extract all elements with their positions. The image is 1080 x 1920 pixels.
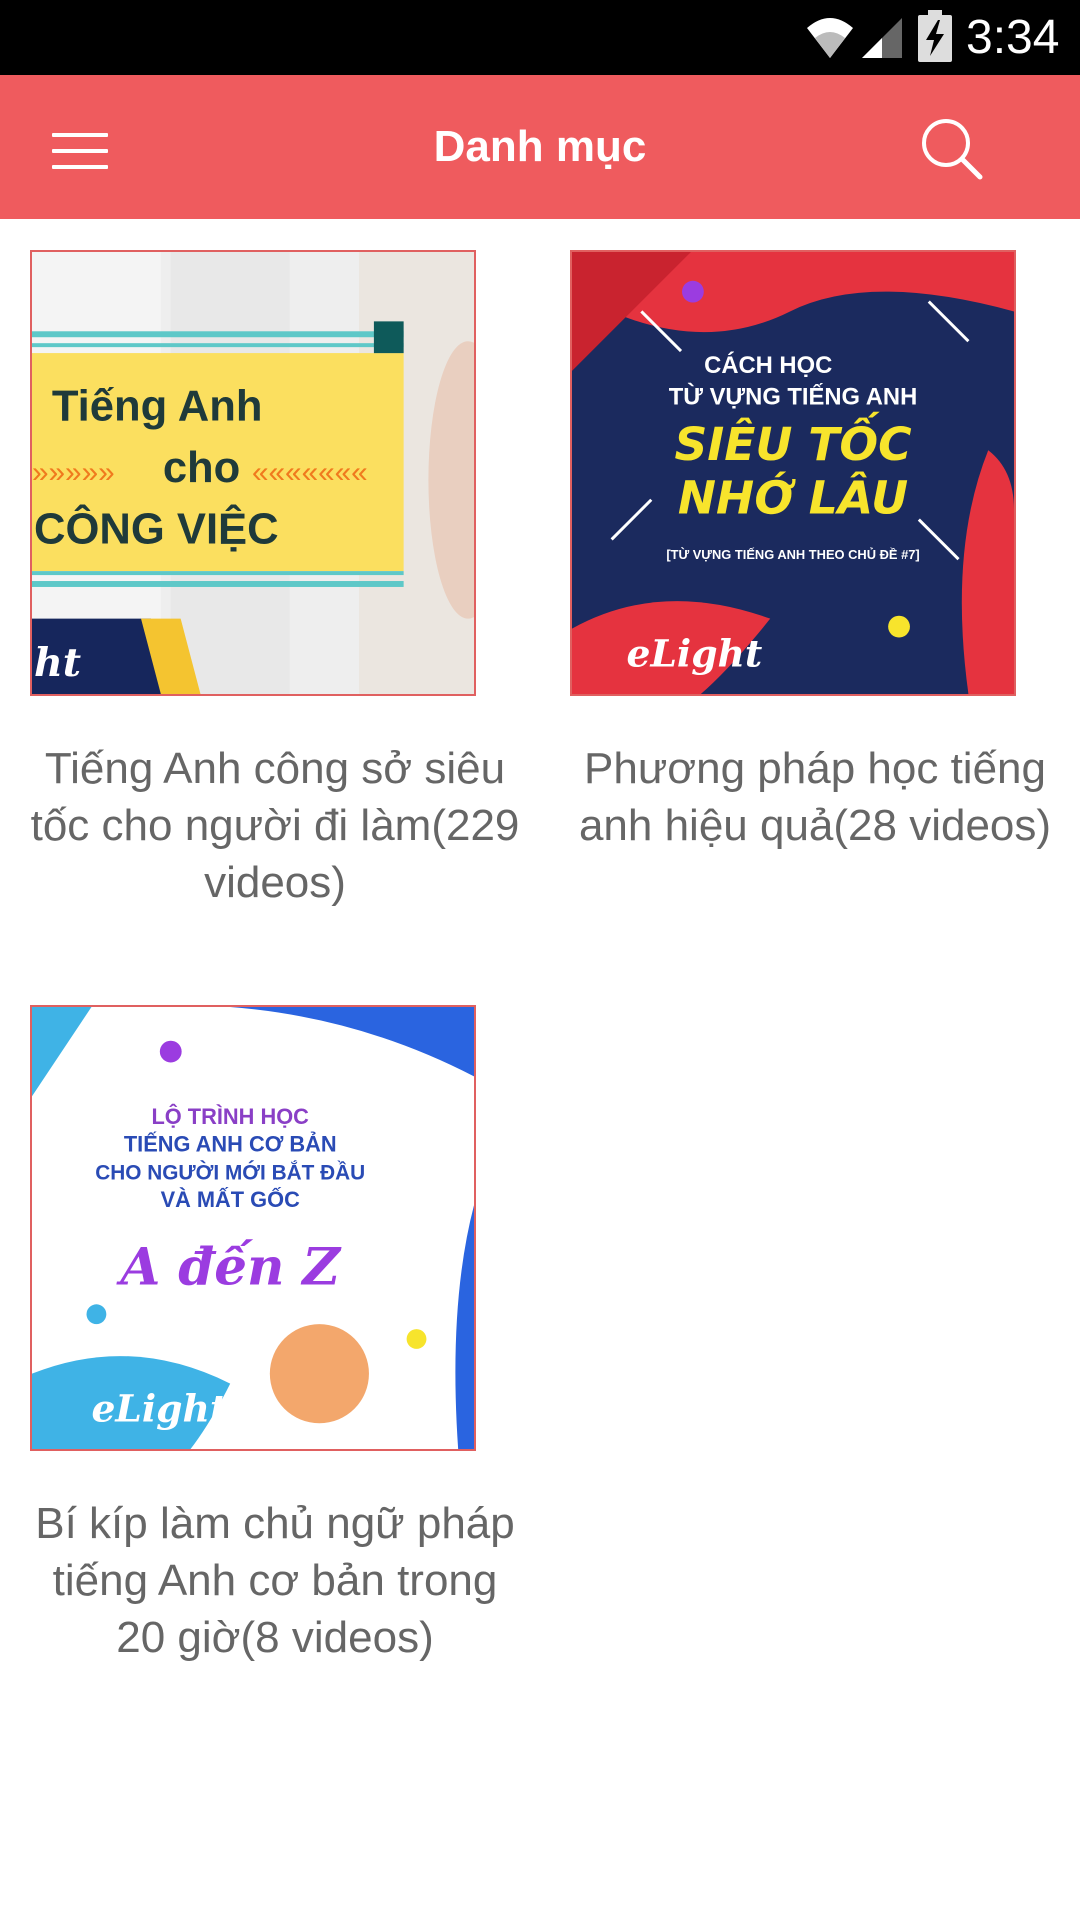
svg-text:CHO NGƯỜI MỚI BẮT ĐẦU: CHO NGƯỜI MỚI BẮT ĐẦU: [95, 1160, 365, 1184]
svg-text:A đến Z: A đến Z: [115, 1237, 342, 1297]
category-thumbnail: CÁCH HỌC TỪ VỰNG TIẾNG ANH SIÊU TỐC NHỚ …: [570, 250, 1016, 696]
category-title: Tiếng Anh công sở siêu tốc cho người đi …: [30, 744, 520, 907]
thumbnail-image: CÁCH HỌC TỪ VỰNG TIẾNG ANH SIÊU TỐC NHỚ …: [572, 252, 1014, 694]
app-bar: Danh mục: [0, 75, 1080, 219]
svg-text:TỪ VỰNG TIẾNG ANH: TỪ VỰNG TIẾNG ANH: [669, 383, 917, 411]
svg-text:NHỚ LÂU: NHỚ LÂU: [678, 471, 908, 525]
category-title: Bí kíp làm chủ ngữ pháp tiếng Anh cơ bản…: [35, 1499, 515, 1662]
category-title: Phương pháp học tiếng anh hiệu quả(28 vi…: [578, 744, 1052, 850]
thumbnail-image: Tiếng Anh »»»»» cho ««««««« CÔNG VIỆC ht: [32, 252, 474, 694]
search-icon: [922, 119, 983, 180]
svg-text:«««««««: «««««««: [252, 456, 368, 489]
svg-text:VÀ MẤT GỐC: VÀ MẤT GỐC: [161, 1186, 301, 1212]
svg-text:CÔNG VIỆC: CÔNG VIỆC: [34, 502, 279, 553]
svg-text:»»»»»: »»»»»: [32, 456, 115, 489]
thumbnail-image: LỘ TRÌNH HỌC TIẾNG ANH CƠ BẢN CHO NGƯỜI …: [32, 1007, 474, 1449]
svg-text:LỘ TRÌNH HỌC: LỘ TRÌNH HỌC: [151, 1104, 309, 1129]
wifi-icon: [807, 18, 853, 58]
svg-text:cho: cho: [163, 444, 241, 492]
signal-icon: [862, 18, 902, 58]
svg-text:Tiếng Anh: Tiếng Anh: [52, 382, 263, 430]
svg-text:eLight: eLight: [91, 1386, 227, 1430]
search-button[interactable]: [900, 105, 1000, 189]
svg-text:CÁCH HỌC: CÁCH HỌC: [704, 351, 832, 379]
category-thumbnail: Tiếng Anh »»»»» cho ««««««« CÔNG VIỆC ht: [30, 250, 476, 696]
svg-text:ht: ht: [34, 640, 81, 686]
svg-text:[TỪ VỰNG TIẾNG ANH THEO CHỦ ĐỀ: [TỪ VỰNG TIẾNG ANH THEO CHỦ ĐỀ #7]: [666, 547, 919, 562]
status-bar: 3:34: [0, 0, 1080, 75]
svg-text:SIÊU TỐC: SIÊU TỐC: [674, 411, 911, 471]
status-time: 3:34: [966, 11, 1060, 64]
category-thumbnail: LỘ TRÌNH HỌC TIẾNG ANH CƠ BẢN CHO NGƯỜI …: [30, 1005, 476, 1451]
svg-text:eLight: eLight: [627, 631, 763, 675]
menu-button[interactable]: [30, 105, 130, 189]
svg-text:TIẾNG ANH CƠ BẢN: TIẾNG ANH CƠ BẢN: [124, 1132, 337, 1157]
battery-charging-icon: [918, 10, 952, 62]
